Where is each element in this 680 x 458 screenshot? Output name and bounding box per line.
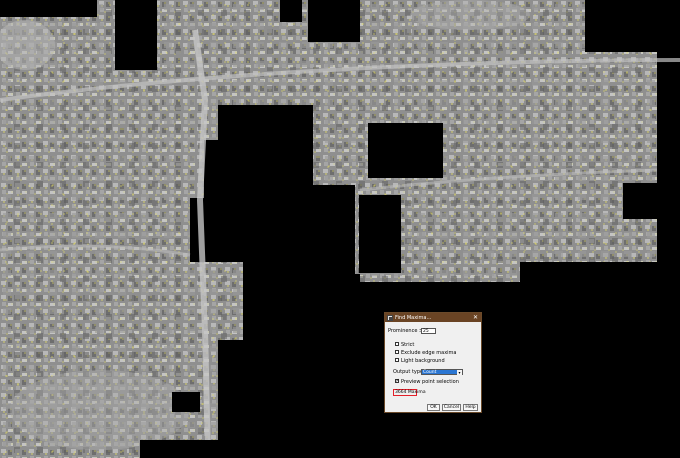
image-region (0, 0, 680, 458)
light-background-label: Light background (401, 358, 445, 364)
close-icon[interactable]: ✕ (473, 314, 478, 321)
strict-checkbox[interactable]: Strict (395, 342, 414, 348)
dialog-titlebar[interactable]: Find Maxima... ✕ (385, 313, 481, 322)
strict-label: Strict (401, 342, 415, 348)
satellite-image (0, 0, 680, 458)
exclude-edge-maxima-checkbox[interactable]: Exclude edge maxima (395, 350, 456, 356)
preview-point-selection-checkbox[interactable]: Preview point selection (395, 378, 459, 385)
dialog-title: Find Maxima... (395, 314, 432, 321)
maxima-count-result: 3664 Maxima (393, 389, 426, 396)
imagej-app-icon (387, 314, 393, 321)
imagej-canvas: Find Maxima... ✕ Prominence > 25 Strict … (0, 0, 680, 458)
output-type-value: Count (423, 370, 437, 375)
output-type-select[interactable]: Count ▾ (421, 369, 463, 375)
prominence-label: Prominence > (388, 328, 424, 334)
exclude-edge-maxima-label: Exclude edge maxima (401, 350, 457, 356)
help-button[interactable]: Help (463, 404, 478, 411)
checkbox-box[interactable] (395, 358, 399, 362)
cancel-button[interactable]: Cancel (442, 404, 461, 411)
chevron-down-icon[interactable]: ▾ (457, 370, 462, 375)
preview-label: Preview point selection (401, 379, 459, 385)
checkbox-box[interactable] (395, 350, 399, 354)
checkbox-box[interactable] (395, 342, 399, 346)
prominence-input[interactable]: 25 (421, 328, 436, 334)
ok-button[interactable]: OK (427, 404, 440, 411)
find-maxima-dialog: Find Maxima... ✕ Prominence > 25 Strict … (384, 312, 482, 413)
checkbox-box[interactable] (395, 378, 400, 384)
light-background-checkbox[interactable]: Light background (395, 358, 445, 364)
